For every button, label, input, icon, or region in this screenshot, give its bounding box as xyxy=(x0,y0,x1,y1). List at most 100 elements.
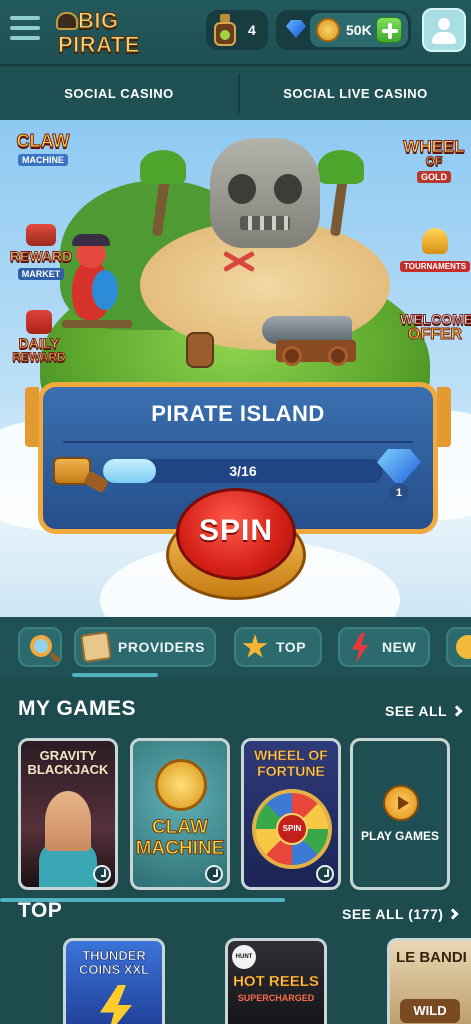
add-coins-button[interactable] xyxy=(376,17,402,43)
coin-balance[interactable]: 50K xyxy=(310,13,408,47)
play-games-label: PLAY GAMES xyxy=(360,829,440,843)
daily-reward-badge[interactable]: DAILY REWARD xyxy=(4,310,74,365)
palm-tree xyxy=(318,150,368,240)
game-subtitle: SUPERCHARGED xyxy=(237,993,315,1003)
game-title: LE BANDI xyxy=(396,949,467,966)
tab-social-live-casino[interactable]: SOCIAL LIVE CASINO xyxy=(240,68,471,120)
see-all-label: SEE ALL xyxy=(385,703,448,719)
big-pirate-logo[interactable]: BIG PIRATE xyxy=(50,4,140,58)
pirate-hat-icon xyxy=(56,12,78,30)
welcome-offer-badge[interactable]: WELCOME OFFER xyxy=(400,311,471,344)
category-new[interactable]: NEW xyxy=(338,627,430,667)
lightning-icon xyxy=(352,633,368,663)
tournaments-badge[interactable]: TOURNAMENTS xyxy=(400,228,471,274)
my-games-see-all[interactable]: SEE ALL xyxy=(385,703,463,719)
diamond-reward-count: 1 xyxy=(389,483,409,503)
game-title: HOT REELS xyxy=(233,973,319,991)
logo-text-big: BIG xyxy=(78,8,119,34)
reward-market-badge[interactable]: REWARD MARKET xyxy=(8,224,74,282)
potion-icon xyxy=(214,14,236,46)
game-card-claw-machine[interactable]: CLAW MACHINE xyxy=(130,738,230,890)
offer-label: OFFER xyxy=(407,326,463,344)
menu-button[interactable] xyxy=(10,16,40,42)
banner-divider xyxy=(63,441,413,443)
welcome-label: WELCOME xyxy=(400,311,471,327)
spin-button[interactable]: SPIN xyxy=(160,488,312,606)
see-all-label: SEE ALL (177) xyxy=(342,906,444,922)
spyglass-icon xyxy=(53,449,110,495)
menu-icon-bar xyxy=(10,26,40,30)
profile-button[interactable] xyxy=(422,8,466,52)
chevron-right-icon xyxy=(447,908,460,920)
claw-label: CLAW xyxy=(16,131,70,151)
game-title: THUNDER COINS XXL xyxy=(78,948,150,977)
scroll-icon xyxy=(80,631,112,663)
category-active-indicator xyxy=(72,673,158,677)
potion-counter[interactable]: 4 xyxy=(206,10,268,50)
currency-balance: 50K xyxy=(276,10,411,50)
cannon xyxy=(262,310,372,370)
daily-label: DAILY xyxy=(18,335,60,351)
wheel-hub: SPIN xyxy=(276,813,308,845)
user-icon xyxy=(438,18,450,30)
coin-icon xyxy=(155,759,207,811)
category-bar: PROVIDERS TOP NEW xyxy=(0,617,471,679)
trophy-icon xyxy=(422,228,448,254)
wheel-of-gold-badge[interactable]: WHEEL OF GOLD xyxy=(402,138,466,185)
top-section-title: TOP xyxy=(18,899,63,922)
wild-sign: WILD xyxy=(400,999,460,1023)
diamond-reward-icon xyxy=(377,449,421,487)
progress-text: 3/16 xyxy=(229,463,257,479)
machine-label: MACHINE xyxy=(18,154,68,166)
potion-count: 4 xyxy=(248,22,256,38)
gem-icon[interactable] xyxy=(286,20,306,38)
top-tabs: SOCIAL CASINO SOCIAL LIVE CASINO xyxy=(0,68,471,120)
skull-icon xyxy=(456,635,471,659)
recent-clock-icon xyxy=(316,865,334,883)
search-icon xyxy=(30,635,52,657)
recent-clock-icon xyxy=(93,865,111,883)
game-title: GRAVITY BLACKJACK xyxy=(27,748,109,777)
skull-rock xyxy=(210,138,320,248)
reward-label: REWARD xyxy=(9,248,73,265)
lightning-icon xyxy=(100,985,132,1024)
game-title: CLAW MACHINE xyxy=(135,817,225,860)
star-icon xyxy=(242,634,268,658)
wooden-barrel xyxy=(186,332,214,368)
game-card-hot-reels[interactable]: HUNT HOT REELS SUPERCHARGED xyxy=(225,938,327,1024)
my-games-title: MY GAMES xyxy=(18,697,136,720)
game-card-wheel-of-fortune[interactable]: WHEEL OF FORTUNE SPIN xyxy=(241,738,341,890)
menu-icon-bar xyxy=(10,36,40,40)
category-providers[interactable]: PROVIDERS xyxy=(74,627,216,667)
treasure-x-mark xyxy=(222,250,252,272)
of-label: OF xyxy=(425,154,443,168)
provider-badge: HUNT xyxy=(232,945,256,969)
search-button[interactable] xyxy=(18,627,62,667)
reward-label: REWARD xyxy=(12,350,66,365)
pirate-island-hero: CLAW MACHINE WHEEL OF GOLD REWARD MARKET… xyxy=(0,120,471,617)
gold-label: GOLD xyxy=(417,171,451,183)
claw-machine-badge[interactable]: CLAW MACHINE xyxy=(8,132,78,168)
recent-clock-icon xyxy=(205,865,223,883)
market-stall-icon xyxy=(26,224,56,246)
spin-label: SPIN xyxy=(198,514,274,547)
tournaments-label: TOURNAMENTS xyxy=(400,261,471,272)
top-see-all[interactable]: SEE ALL (177) xyxy=(342,906,460,922)
category-top[interactable]: TOP xyxy=(234,627,322,667)
app-header: BIG PIRATE 4 50K xyxy=(0,0,471,66)
category-label: PROVIDERS xyxy=(118,639,205,655)
coin-icon xyxy=(316,18,340,42)
play-games-card[interactable]: PLAY GAMES xyxy=(350,738,450,890)
category-more[interactable] xyxy=(446,627,471,667)
game-card-le-bandit[interactable]: LE BANDI WILD xyxy=(387,938,471,1024)
tab-social-casino[interactable]: SOCIAL CASINO xyxy=(0,68,238,120)
category-label: NEW xyxy=(382,639,417,655)
island-progress-bar: 3/16 xyxy=(103,459,383,483)
game-card-gravity-blackjack[interactable]: GRAVITY BLACKJACK xyxy=(18,738,118,890)
menu-icon-bar xyxy=(10,16,40,20)
market-label: MARKET xyxy=(17,268,65,280)
palm-tree xyxy=(140,150,190,240)
dealer-figure xyxy=(45,791,91,851)
logo-text-pirate: PIRATE xyxy=(57,32,141,58)
game-card-thunder-coins[interactable]: THUNDER COINS XXL xyxy=(63,938,165,1024)
